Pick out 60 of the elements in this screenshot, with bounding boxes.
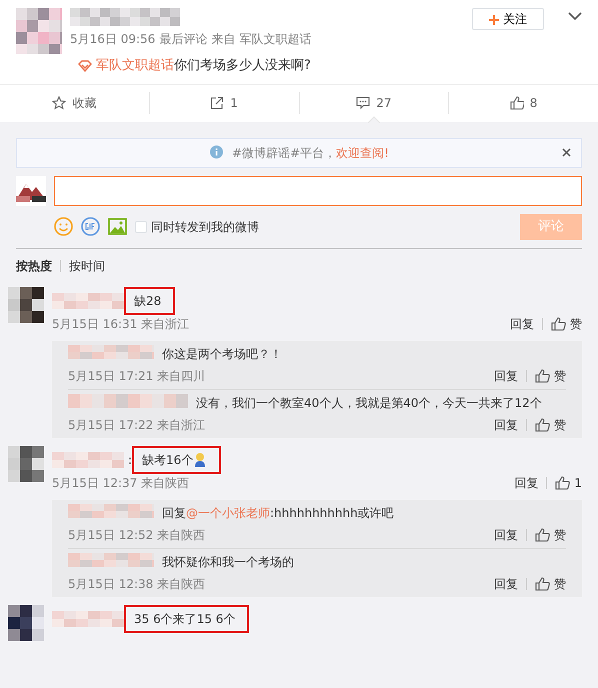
chevron-down-icon[interactable] (568, 12, 582, 21)
colon-text: : (128, 452, 132, 468)
post-meta: 最后评论 (159, 32, 208, 46)
thumbs-up-icon (535, 418, 550, 432)
action-button[interactable]: 8 (449, 84, 598, 122)
thumbs-up-icon (535, 528, 550, 542)
thumbs-up-icon (551, 316, 566, 330)
share-label: 同时转发到我的微博 (151, 218, 259, 236)
thumbs-up-icon (535, 576, 550, 590)
reply-button[interactable]: 回复 (494, 574, 518, 592)
sort-tab[interactable]: 按时间 (69, 256, 105, 274)
post-meta: 军队文职超话 (239, 32, 312, 46)
reply-text: 回复@一个小张老师:hhhhhhhhhhh或许吧 (162, 504, 394, 522)
smiley-icon[interactable] (54, 217, 73, 236)
comment-meta: 5月15日 17:22 来自浙江 (68, 416, 206, 434)
like-button[interactable]: 赞 (535, 526, 566, 544)
post-text: 军队文职超话你们考场多少人没来啊? (96, 57, 311, 75)
reply-button[interactable]: 回复 (494, 366, 518, 384)
like-button[interactable]: 1 (555, 474, 582, 492)
share-icon (210, 96, 224, 110)
thumbs-up-icon (535, 368, 550, 382)
comment-text: 缺考16个 (142, 452, 194, 468)
star-icon (52, 96, 66, 110)
close-icon[interactable] (562, 148, 571, 157)
thumbs-up-icon (510, 96, 524, 110)
thumbs-up-icon (555, 476, 570, 490)
reply-button[interactable]: 回复 (494, 416, 518, 434)
comment-meta: 5月15日 12:37 来自陕西 (52, 474, 190, 492)
reply-text: 我怀疑你和我一个考场的 (162, 554, 294, 570)
plus-icon (489, 14, 499, 25)
info-icon (209, 145, 224, 160)
follow-button[interactable]: 关注 (472, 8, 544, 30)
comment-text: 缺28 (134, 292, 162, 310)
comment-meta: 5月15日 16:31 来自浙江 (52, 316, 190, 332)
tag-icon (78, 60, 92, 72)
action-button[interactable]: 1 (150, 84, 298, 122)
reply-button[interactable]: 回复 (510, 314, 534, 332)
like-button[interactable]: 赞 (535, 366, 566, 384)
post-meta: 5月16日 09:56 (70, 32, 156, 46)
comment-meta: 5月15日 17:21 来自四川 (68, 368, 206, 384)
reply-button[interactable]: 回复 (494, 526, 518, 544)
reply-button[interactable]: 回复 (514, 474, 538, 492)
pointer-icon (368, 116, 380, 123)
gif-icon[interactable] (81, 217, 100, 236)
reply-text: 没有，我们一个教室40个人，我就是第40个，今天一共来了12个 (196, 394, 542, 412)
comment-icon (356, 96, 370, 110)
like-button[interactable]: 赞 (535, 416, 566, 434)
comment-meta: 5月15日 12:38 来自陕西 (68, 576, 206, 592)
notice-text: #微博辟谣#平台，欢迎查阅! (232, 144, 389, 162)
action-button[interactable]: 收藏 (0, 84, 149, 122)
comment-text: 35 6个来了15 6个 (134, 610, 236, 628)
post-meta: 来自 (211, 32, 236, 46)
like-button[interactable]: 赞 (535, 574, 566, 592)
comment-meta: 5月15日 12:52 来自陕西 (68, 526, 206, 544)
like-button[interactable]: 赞 (551, 314, 582, 332)
reply-text: 你这是两个考场吧？！ (162, 346, 282, 362)
sort-tab[interactable]: 按热度 (16, 256, 52, 274)
comment-input[interactable] (54, 176, 582, 206)
action-button[interactable]: 27 (300, 84, 448, 122)
image-icon[interactable] (108, 218, 127, 235)
